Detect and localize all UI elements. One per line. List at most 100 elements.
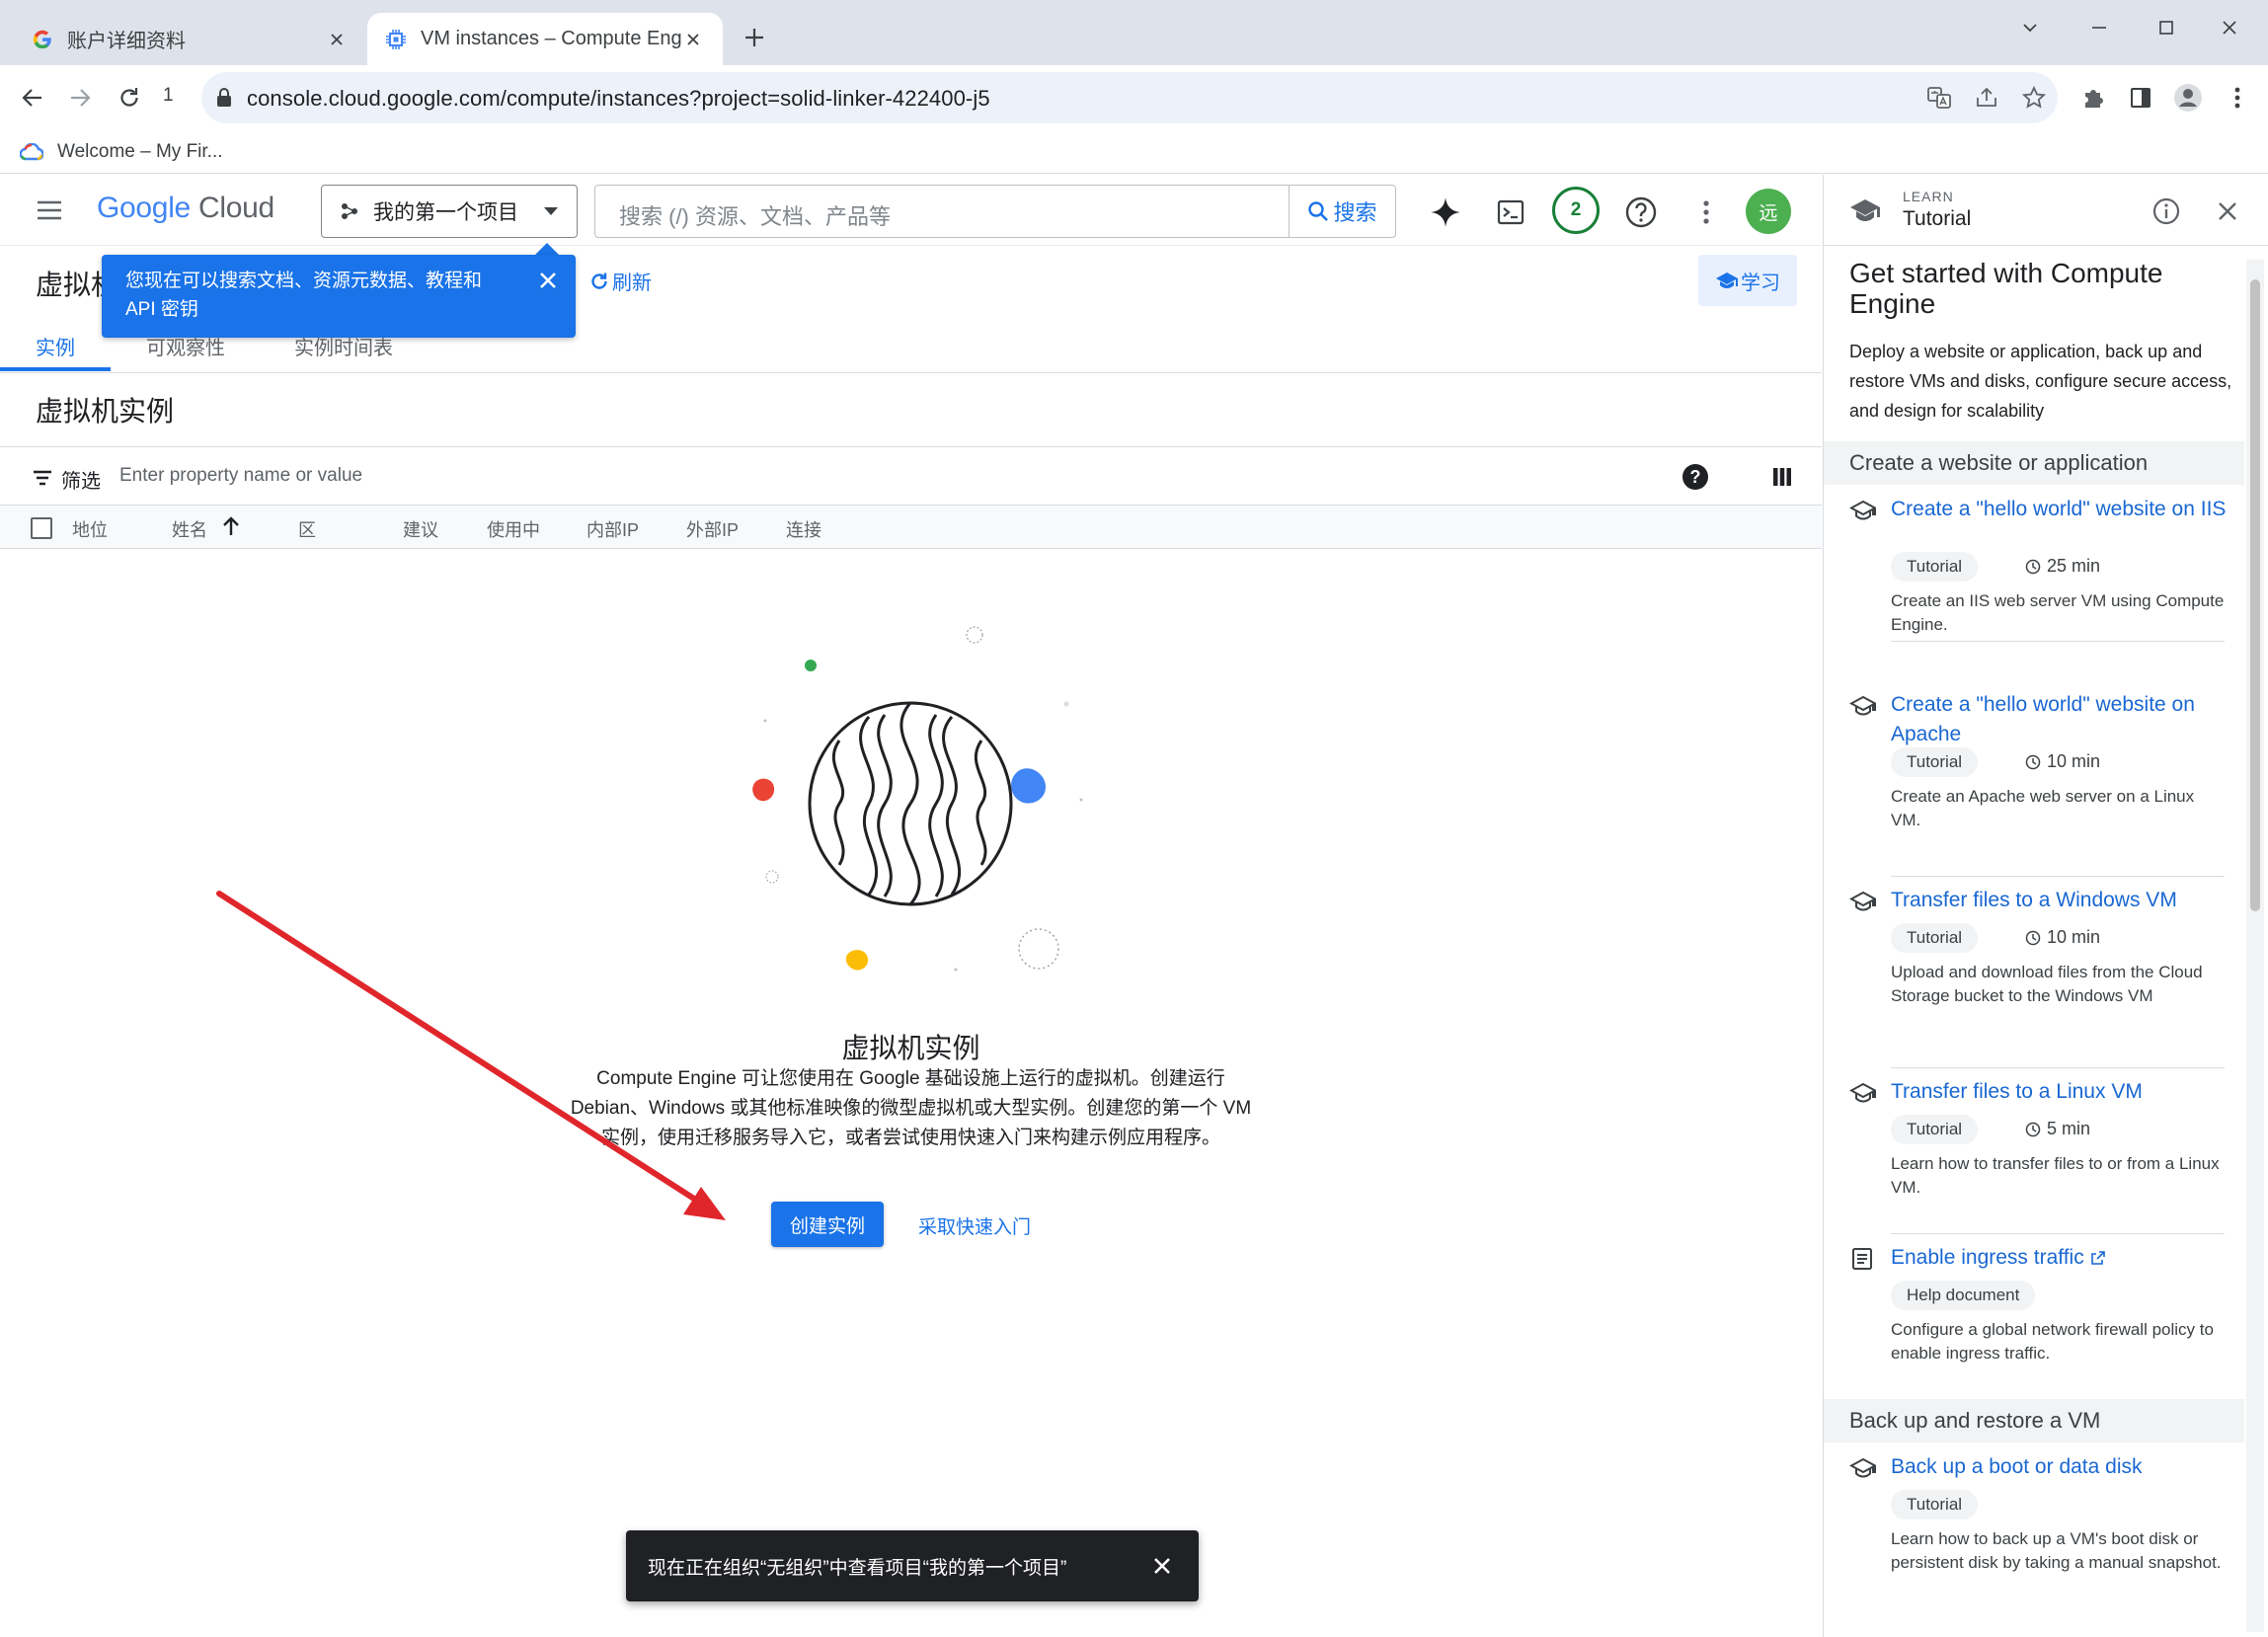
column-display-options-icon[interactable]	[1770, 465, 1794, 489]
gemini-sparkle-icon[interactable]	[1426, 193, 1465, 232]
duration: 10 min	[2025, 751, 2100, 772]
notifications-badge[interactable]: 2	[1552, 187, 1600, 234]
create-instance-button[interactable]: 创建实例	[771, 1202, 884, 1247]
search-input[interactable]: 搜索 (/) 资源、文档、产品等	[619, 199, 891, 231]
dropdown-caret-icon	[543, 206, 559, 216]
tab-search-chevron-icon[interactable]	[2010, 8, 2050, 47]
more-vert-icon[interactable]	[1686, 193, 1726, 232]
filter-bar: 筛选 Enter property name or value ?	[0, 446, 1822, 506]
duration: 25 min	[2025, 556, 2100, 577]
column-external-ip[interactable]: 外部IP	[686, 516, 739, 542]
back-arrow-icon[interactable]	[14, 79, 51, 117]
tab-observability[interactable]: 可观察性	[146, 332, 225, 360]
tab-title: VM instances – Compute Engi	[421, 28, 681, 49]
scrollbar-thumb[interactable]	[2250, 279, 2260, 911]
intro-title: Get started with Compute Engine	[1849, 258, 2163, 319]
column-status[interactable]: 地位	[72, 516, 108, 542]
snackbar-close-icon[interactable]	[1147, 1551, 1177, 1581]
bookmarks-bar: Welcome – My Fir...	[0, 130, 2268, 174]
close-window-icon[interactable]	[2210, 8, 2249, 47]
tab-instance-schedules[interactable]: 实例时间表	[294, 332, 393, 360]
logo-google: Google	[97, 192, 191, 224]
maximize-icon[interactable]	[2147, 8, 2186, 47]
red-annotation-arrow	[197, 869, 750, 1234]
hamburger-menu-icon[interactable]	[34, 195, 65, 226]
tutorial-description: Learn how to transfer files to or from a…	[1891, 1154, 2220, 1197]
browser-tab-strip: 账户详细资料 VM instances – Compute Engi	[0, 0, 2268, 65]
tutorial-description: Learn how to back up a VM's boot disk or…	[1891, 1529, 2222, 1572]
panel-scrollbar[interactable]	[2246, 260, 2264, 1632]
column-connect[interactable]: 连接	[786, 516, 821, 542]
graduation-cap-icon	[1849, 1456, 1877, 1480]
address-bar[interactable]: console.cloud.google.com/compute/instanc…	[201, 72, 2058, 123]
tutorial-title-link[interactable]: Create a "hello world" website on IIS	[1891, 495, 2227, 524]
bookmark-star-icon[interactable]	[2018, 82, 2050, 114]
forward-arrow-icon[interactable]	[61, 79, 99, 117]
panel-kicker: LEARN	[1903, 189, 1954, 204]
duration: 5 min	[2025, 1119, 2090, 1139]
side-panel-icon[interactable]	[2125, 82, 2156, 114]
cloud-shell-terminal-icon[interactable]	[1491, 193, 1530, 232]
browser-menu-icon[interactable]	[2222, 82, 2253, 114]
filter-input[interactable]: Enter property name or value	[119, 465, 362, 487]
column-recommendation[interactable]: 建议	[403, 516, 438, 542]
account-avatar[interactable]: 远	[1746, 189, 1791, 234]
duration-label: 10 min	[2047, 927, 2101, 947]
graduation-cap-icon	[1849, 499, 1877, 522]
column-zone[interactable]: 区	[298, 516, 316, 542]
logo-cloud: Cloud	[198, 192, 274, 224]
doc-description: Configure a global network firewall poli…	[1891, 1320, 2214, 1363]
document-icon	[1849, 1247, 1877, 1271]
duration-label: 25 min	[2047, 556, 2101, 576]
column-in-use[interactable]: 使用中	[487, 516, 540, 542]
tutorial-description: Create an Apache web server on a Linux V…	[1891, 787, 2195, 829]
clock-icon	[2025, 754, 2041, 769]
google-cloud-logo[interactable]: Google Cloud	[97, 192, 274, 225]
doc-title: Enable ingress traffic	[1891, 1246, 2084, 1269]
close-tab-icon[interactable]	[681, 28, 705, 51]
select-all-checkbox[interactable]	[31, 517, 52, 539]
browser-tab-account[interactable]: 账户详细资料	[14, 13, 366, 65]
project-picker[interactable]: 我的第一个项目	[321, 185, 578, 238]
help-circle-icon[interactable]	[1621, 193, 1661, 232]
column-internal-ip[interactable]: 内部IP	[587, 516, 639, 542]
translate-icon[interactable]	[1923, 82, 1955, 114]
tab-instances[interactable]: 实例	[36, 332, 75, 360]
new-tab-plus-icon[interactable]	[739, 22, 770, 53]
graduation-cap-icon	[1849, 1081, 1877, 1105]
filter-help-icon[interactable]: ?	[1682, 464, 1708, 490]
lock-icon	[215, 87, 233, 109]
intro-description: Deploy a website or application, back up…	[1849, 342, 2232, 421]
quickstart-link[interactable]: 采取快速入门	[918, 1212, 1031, 1239]
search-button[interactable]: 搜索	[1289, 186, 1395, 237]
section-header-backup-restore: Back up and restore a VM	[1824, 1399, 2244, 1442]
learn-button[interactable]: 学习	[1698, 255, 1797, 306]
close-panel-icon[interactable]	[2213, 196, 2242, 226]
close-tab-icon[interactable]	[325, 28, 349, 51]
share-icon[interactable]	[1971, 82, 2002, 114]
extensions-puzzle-icon[interactable]	[2077, 82, 2109, 114]
tab-title: 账户详细资料	[67, 31, 186, 52]
tutorial-title-link[interactable]: Back up a boot or data disk	[1891, 1452, 2227, 1482]
tutorial-title-link[interactable]: Transfer files to a Linux VM	[1891, 1077, 2227, 1107]
bookmark-welcome[interactable]: Welcome – My Fir...	[20, 136, 223, 168]
info-icon[interactable]	[2151, 196, 2181, 226]
filter-label[interactable]: 筛选	[61, 465, 101, 494]
tutorial-title-link[interactable]: Create a "hello world" website on Apache	[1891, 690, 2227, 749]
tooltip-close-icon[interactable]	[533, 266, 563, 295]
minimize-icon[interactable]	[2079, 8, 2119, 47]
compute-chip-icon	[385, 29, 407, 50]
browser-tab-vm-instances[interactable]: VM instances – Compute Engi	[367, 13, 723, 65]
panel-title: Tutorial	[1903, 207, 1972, 230]
tutorial-title-link[interactable]: Transfer files to a Windows VM	[1891, 886, 2227, 915]
reload-icon[interactable]	[111, 79, 148, 117]
search-box[interactable]: 搜索 (/) 资源、文档、产品等 搜索	[594, 185, 1396, 238]
doc-title-link[interactable]: Enable ingress traffic	[1891, 1243, 2227, 1273]
tooltip-arrow	[535, 243, 559, 255]
profile-icon[interactable]	[2172, 82, 2204, 114]
bookmark-label: Welcome – My Fir...	[57, 141, 223, 162]
reload-badge: 1	[163, 85, 174, 106]
refresh-button[interactable]: 刷新	[588, 267, 652, 295]
column-name[interactable]: 姓名	[172, 516, 207, 542]
sort-ascending-arrow-icon[interactable]	[221, 515, 241, 537]
